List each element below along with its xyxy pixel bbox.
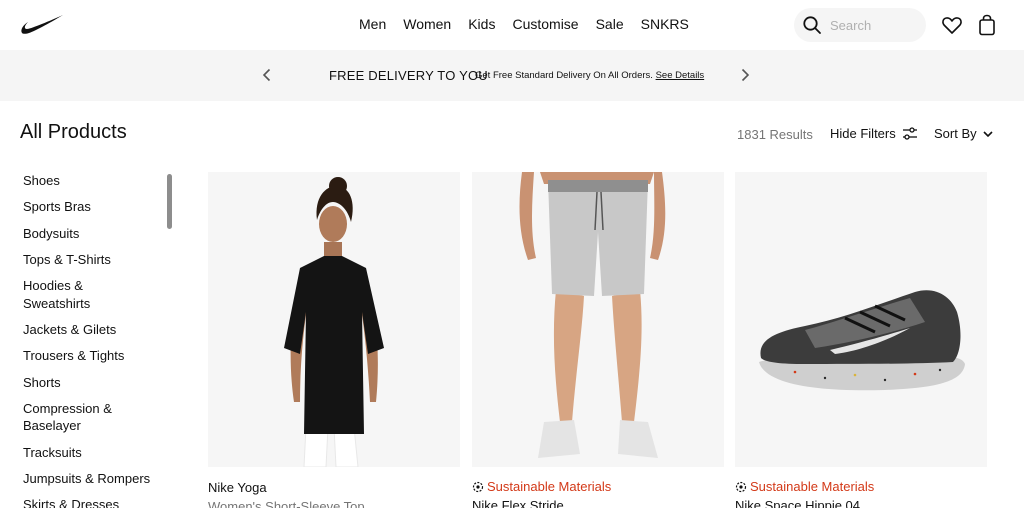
nav-women[interactable]: Women — [403, 15, 451, 33]
sustainability-icon — [735, 481, 747, 492]
product-card[interactable] — [208, 172, 460, 467]
category-shorts[interactable]: Shorts — [23, 374, 173, 392]
chevron-down-icon — [983, 130, 993, 137]
chevron-left-icon[interactable] — [259, 67, 275, 83]
site-header: Men Women Kids Customise Sale SNKRS — [0, 0, 1024, 50]
category-jackets-gilets[interactable]: Jackets & Gilets — [23, 321, 173, 339]
sort-by-label: Sort By — [934, 126, 977, 141]
product-photo-shoe — [735, 172, 987, 467]
category-compression-baselayer[interactable]: Compression & Baselayer — [23, 400, 173, 435]
nav-customise[interactable]: Customise — [512, 15, 578, 33]
heart-icon[interactable] — [940, 13, 964, 37]
product-name[interactable]: Nike Yoga — [208, 480, 267, 495]
search-box[interactable] — [794, 8, 926, 42]
category-hoodies-sweatshirts[interactable]: Hoodies & Sweatshirts — [23, 277, 173, 312]
nav-kids[interactable]: Kids — [468, 15, 495, 33]
product-image[interactable] — [735, 172, 987, 467]
promo-title: FREE DELIVERY TO YOU — [329, 68, 488, 83]
category-skirts-dresses[interactable]: Skirts & Dresses — [23, 496, 173, 508]
promo-subtitle-text: Get Free Standard Delivery On All Orders… — [475, 70, 653, 81]
hide-filters-label: Hide Filters — [830, 126, 896, 141]
category-trousers-tights[interactable]: Trousers & Tights — [23, 347, 173, 365]
product-image[interactable] — [472, 172, 724, 467]
category-shoes[interactable]: Shoes — [23, 172, 173, 190]
product-name[interactable]: Nike Flex Stride — [472, 498, 564, 508]
category-sports-bras[interactable]: Sports Bras — [23, 198, 173, 216]
product-image[interactable] — [208, 172, 460, 467]
see-details-link[interactable]: See Details — [656, 70, 705, 81]
promo-banner: FREE DELIVERY TO YOU Get Free Standard D… — [0, 50, 1024, 101]
search-icon[interactable] — [802, 15, 822, 35]
category-tops-t-shirts[interactable]: Tops & T-Shirts — [23, 251, 173, 269]
product-card[interactable] — [735, 172, 987, 467]
product-subtitle: Women's Short-Sleeve Top — [208, 499, 365, 508]
sustainable-badge: Sustainable Materials — [472, 479, 611, 494]
category-jumpsuits-rompers[interactable]: Jumpsuits & Rompers — [23, 470, 173, 488]
badge-label: Sustainable Materials — [750, 479, 875, 494]
sustainability-icon — [472, 481, 484, 492]
product-card[interactable] — [472, 172, 724, 467]
filter-icon — [902, 126, 917, 140]
page-title: All Products — [20, 121, 127, 143]
product-photo-top — [208, 172, 460, 467]
nav-sale[interactable]: Sale — [596, 15, 624, 33]
category-tracksuits[interactable]: Tracksuits — [23, 444, 173, 462]
product-name[interactable]: Nike Space Hippie 04 — [735, 498, 860, 508]
nav-men[interactable]: Men — [359, 15, 386, 33]
bag-icon[interactable] — [975, 13, 999, 37]
product-photo-shorts — [472, 172, 724, 467]
promo-subtitle: Get Free Standard Delivery On All Orders… — [475, 70, 704, 81]
category-sidebar: Shoes Sports Bras Bodysuits Tops & T-Shi… — [23, 172, 173, 508]
badge-label: Sustainable Materials — [487, 479, 612, 494]
sustainable-badge: Sustainable Materials — [735, 479, 874, 494]
search-input[interactable] — [830, 17, 920, 33]
results-count: 1831 Results — [737, 127, 813, 142]
hide-filters-button[interactable]: Hide Filters — [830, 126, 918, 141]
chevron-right-icon[interactable] — [737, 67, 753, 83]
category-bodysuits[interactable]: Bodysuits — [23, 225, 173, 243]
main-nav: Men Women Kids Customise Sale SNKRS — [359, 15, 706, 33]
sidebar-scrollbar[interactable] — [167, 174, 172, 229]
nike-logo[interactable] — [20, 13, 64, 37]
sort-by-dropdown[interactable]: Sort By — [934, 126, 994, 141]
nav-snkrs[interactable]: SNKRS — [641, 15, 689, 33]
